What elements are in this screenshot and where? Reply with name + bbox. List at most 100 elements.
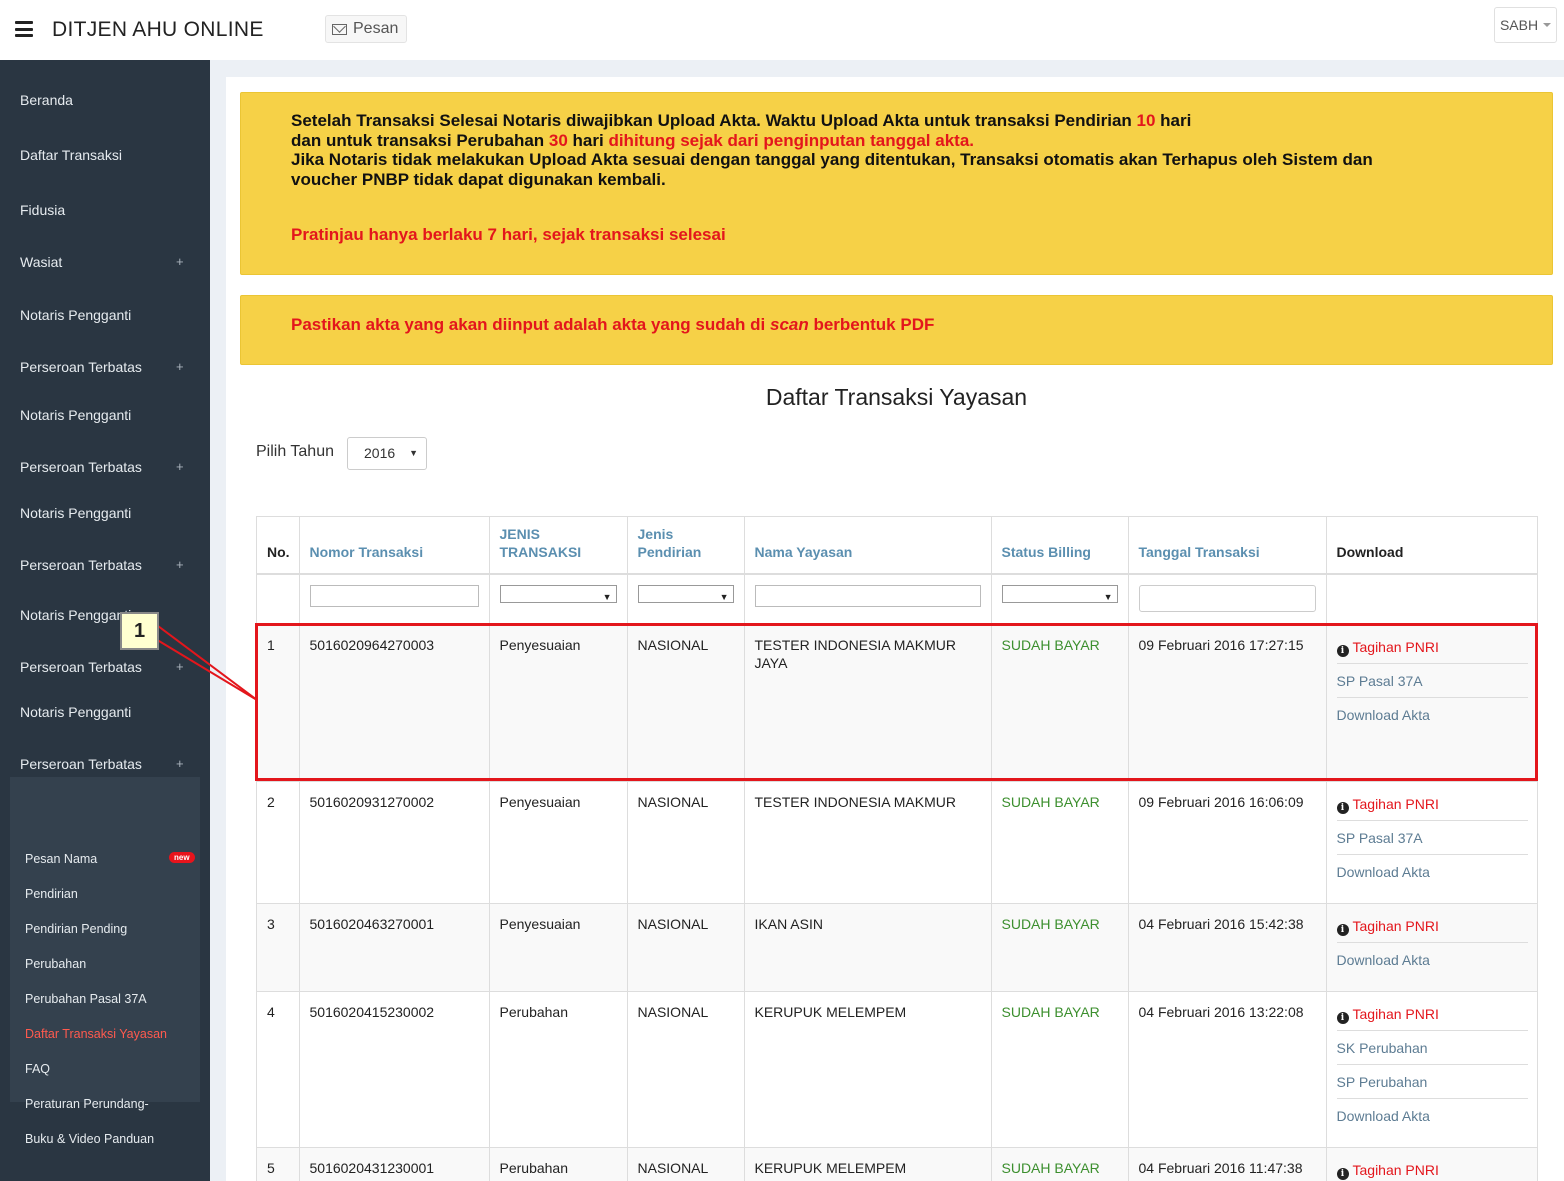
- download-link-sp-perubahan[interactable]: SP Perubahan: [1336, 1065, 1528, 1099]
- pdf-scan-alert: Pastikan akta yang akan diinput adalah a…: [240, 295, 1553, 365]
- sidebar-item-notaris-pengganti[interactable]: Notaris Pengganti: [0, 493, 210, 533]
- info-icon: i: [1336, 923, 1349, 936]
- cell-nama-yayasan: TESTER INDONESIA MAKMUR JAYA: [744, 624, 992, 782]
- submenu-item-buku-video-panduan[interactable]: Buku & Video Panduan: [25, 1122, 154, 1157]
- cell-tanggal-transaksi: 04 Februari 2016 15:42:38: [1128, 903, 1327, 992]
- dropdown-arrow-icon: ▼: [719, 592, 729, 602]
- sidebar-item-label: Perseroan Terbatas: [20, 756, 142, 772]
- sidebar-item-label: Daftar Transaksi: [20, 147, 122, 163]
- header-jenis-transaksi[interactable]: JENIS TRANSAKSI: [489, 517, 628, 575]
- submenu-item-pendirian-pending[interactable]: Pendirian Pending: [25, 912, 127, 947]
- download-link-tagihan-pnri[interactable]: i Tagihan PNRI: [1336, 1153, 1529, 1181]
- cell-nama-yayasan: KERUPUK MELEMPEM: [744, 1147, 992, 1181]
- transactions-table: No. Nomor Transaksi JENIS TRANSAKSI Jeni…: [256, 516, 1538, 1181]
- filter-status-select[interactable]: ▼: [1001, 585, 1118, 603]
- header-status-billing[interactable]: Status Billing: [991, 517, 1129, 575]
- alert-line-1: Setelah Transaksi Selesai Notaris diwaji…: [291, 111, 1192, 130]
- download-link-download-akta[interactable]: Download Akta: [1337, 943, 1529, 977]
- callout-marker: 1: [120, 612, 159, 650]
- info-icon: i: [1336, 801, 1349, 814]
- download-link-sk-perubahan[interactable]: SK Perubahan: [1336, 1031, 1528, 1065]
- pesan-button[interactable]: Pesan: [325, 15, 408, 43]
- cell-nomor-transaksi: 5016020463270001: [299, 903, 490, 992]
- download-link-label: Download Akta: [1336, 1107, 1430, 1124]
- header-tanggal-transaksi[interactable]: Tanggal Transaksi: [1128, 517, 1327, 575]
- sidebar-item-label: Perseroan Terbatas: [20, 557, 142, 573]
- download-link-tagihan-pnri[interactable]: i Tagihan PNRI: [1336, 909, 1528, 943]
- preview-notice: Pratinjau hanya berlaku 7 hari, sejak tr…: [291, 225, 726, 244]
- download-link-label: Tagihan PNRI: [1352, 917, 1439, 934]
- download-link-tagihan-pnri[interactable]: i Tagihan PNRI: [1336, 787, 1528, 821]
- sidebar-item-wasiat[interactable]: Wasiat +: [0, 242, 210, 282]
- sidebar-item-notaris-pengganti[interactable]: Notaris Pengganti: [0, 395, 210, 435]
- cell-download: i Tagihan PNRI SK Perubahan SP Perubahan Dow…: [1326, 991, 1537, 1148]
- download-link-tagihan-pnri[interactable]: i Tagihan PNRI: [1336, 630, 1528, 664]
- sidebar-item-label: Notaris Pengganti: [20, 307, 132, 323]
- download-link-tagihan-pnri[interactable]: i Tagihan PNRI: [1336, 997, 1528, 1031]
- pdf-scan-text: Pastikan akta yang akan diinput adalah a…: [291, 315, 935, 334]
- download-link-download-akta[interactable]: Download Akta: [1337, 698, 1529, 732]
- sidebar-item-beranda[interactable]: Beranda: [0, 80, 210, 120]
- download-link-sp-pasal-37a[interactable]: SP Pasal 37A: [1336, 664, 1528, 698]
- sidebar-item-daftar-transaksi[interactable]: Daftar Transaksi: [0, 135, 210, 175]
- sidebar-item-perseroan-terbatas[interactable]: Perseroan Terbatas +: [0, 447, 210, 487]
- info-icon: i: [1336, 1167, 1349, 1180]
- download-link-label: Tagihan PNRI: [1352, 1161, 1439, 1178]
- submenu-item-peraturan-perundang[interactable]: Peraturan Perundang-: [25, 1087, 149, 1122]
- app-title[interactable]: DITJEN AHU ONLINE: [52, 18, 264, 42]
- cell-download: i Tagihan PNRI: [1326, 1147, 1537, 1181]
- filter-nama-input[interactable]: [754, 585, 981, 607]
- menu-toggle-icon[interactable]: [15, 21, 33, 37]
- download-link-download-akta[interactable]: Download Akta: [1337, 855, 1529, 889]
- cell-jenis-transaksi: Penyesuaian: [489, 781, 628, 904]
- submenu-item-perubahan-pasal-37a[interactable]: Perubahan Pasal 37A: [25, 982, 147, 1017]
- cell-nomor-transaksi: 5016020431230001: [299, 1147, 490, 1181]
- cell-tanggal-transaksi: 04 Februari 2016 13:22:08: [1128, 991, 1327, 1148]
- filter-jenis-select[interactable]: ▼: [499, 585, 617, 603]
- submenu-item-daftar-transaksi-yayasan[interactable]: Daftar Transaksi Yayasan: [25, 1017, 167, 1052]
- top-header: DITJEN AHU ONLINE Pesan SABH: [0, 0, 1564, 60]
- cell-nomor-transaksi: 5016020964270003: [299, 624, 490, 782]
- cell-jenis-transaksi: Penyesuaian: [489, 903, 628, 992]
- filter-pendirian-select[interactable]: ▼: [637, 585, 734, 603]
- year-select[interactable]: 2016 ▼: [347, 437, 427, 470]
- download-link-label: Download Akta: [1336, 951, 1430, 968]
- table-row: 3 5016020463270001 Penyesuaian NASIONAL IKAN…: [257, 903, 1537, 992]
- cell-no: 3: [257, 903, 300, 992]
- dropdown-arrow-icon: ▼: [602, 592, 612, 602]
- header-download: Download: [1326, 517, 1537, 575]
- download-link-download-akta[interactable]: Download Akta: [1337, 1099, 1529, 1133]
- header-nomor-transaksi[interactable]: Nomor Transaksi: [299, 517, 490, 575]
- download-link-label: Tagihan PNRI: [1352, 795, 1439, 812]
- cell-jenis-pendirian: NASIONAL: [627, 1147, 745, 1181]
- table-header-row: No. Nomor Transaksi JENIS TRANSAKSI Jeni…: [257, 517, 1537, 575]
- alert-line-2: dan untuk transaksi Perubahan 30 hari di…: [291, 130, 974, 150]
- user-menu-button[interactable]: SABH: [1494, 7, 1557, 43]
- header-nama-yayasan[interactable]: Nama Yayasan: [744, 517, 992, 575]
- submenu-item-pesan-nama[interactable]: Pesan Nama: [25, 842, 97, 877]
- sidebar-item-perseroan-terbatas[interactable]: Perseroan Terbatas +: [0, 347, 210, 387]
- download-link-label: SP Pasal 37A: [1336, 672, 1423, 689]
- filter-nomor-input[interactable]: [309, 585, 479, 607]
- submenu-item-perubahan[interactable]: Perubahan: [25, 947, 86, 982]
- download-link-sp-pasal-37a[interactable]: SP Pasal 37A: [1336, 821, 1528, 855]
- sidebar-item-label: Perseroan Terbatas: [20, 659, 142, 675]
- table-row: 1 5016020964270003 Penyesuaian NASIONAL TEST…: [257, 624, 1537, 782]
- filter-tanggal-input[interactable]: [1138, 585, 1316, 612]
- sidebar-item-label: Notaris Pengganti: [20, 607, 132, 623]
- submenu-item-pendirian[interactable]: Pendirian: [25, 877, 78, 912]
- sidebar-item-label: Notaris Pengganti: [20, 704, 132, 720]
- sidebar-item-notaris-pengganti[interactable]: Notaris Pengganti: [0, 295, 210, 335]
- info-icon: i: [1336, 1011, 1349, 1024]
- sidebar-item-fidusia[interactable]: Fidusia: [0, 190, 210, 230]
- submenu-item-faq[interactable]: FAQ: [25, 1052, 50, 1087]
- year-label: Pilih Tahun: [256, 443, 334, 460]
- cell-jenis-pendirian: NASIONAL: [627, 903, 745, 992]
- cell-nomor-transaksi: 5016020931270002: [299, 781, 490, 904]
- upload-deadline-alert: Setelah Transaksi Selesai Notaris diwaji…: [240, 92, 1553, 275]
- year-value: 2016: [364, 445, 396, 461]
- sidebar-item-label: Beranda: [20, 92, 73, 108]
- sidebar-item-perseroan-terbatas[interactable]: Perseroan Terbatas +: [0, 545, 210, 585]
- cell-download: i Tagihan PNRI Download Akta: [1326, 903, 1537, 992]
- header-jenis-pendirian[interactable]: Jenis Pendirian: [627, 517, 745, 575]
